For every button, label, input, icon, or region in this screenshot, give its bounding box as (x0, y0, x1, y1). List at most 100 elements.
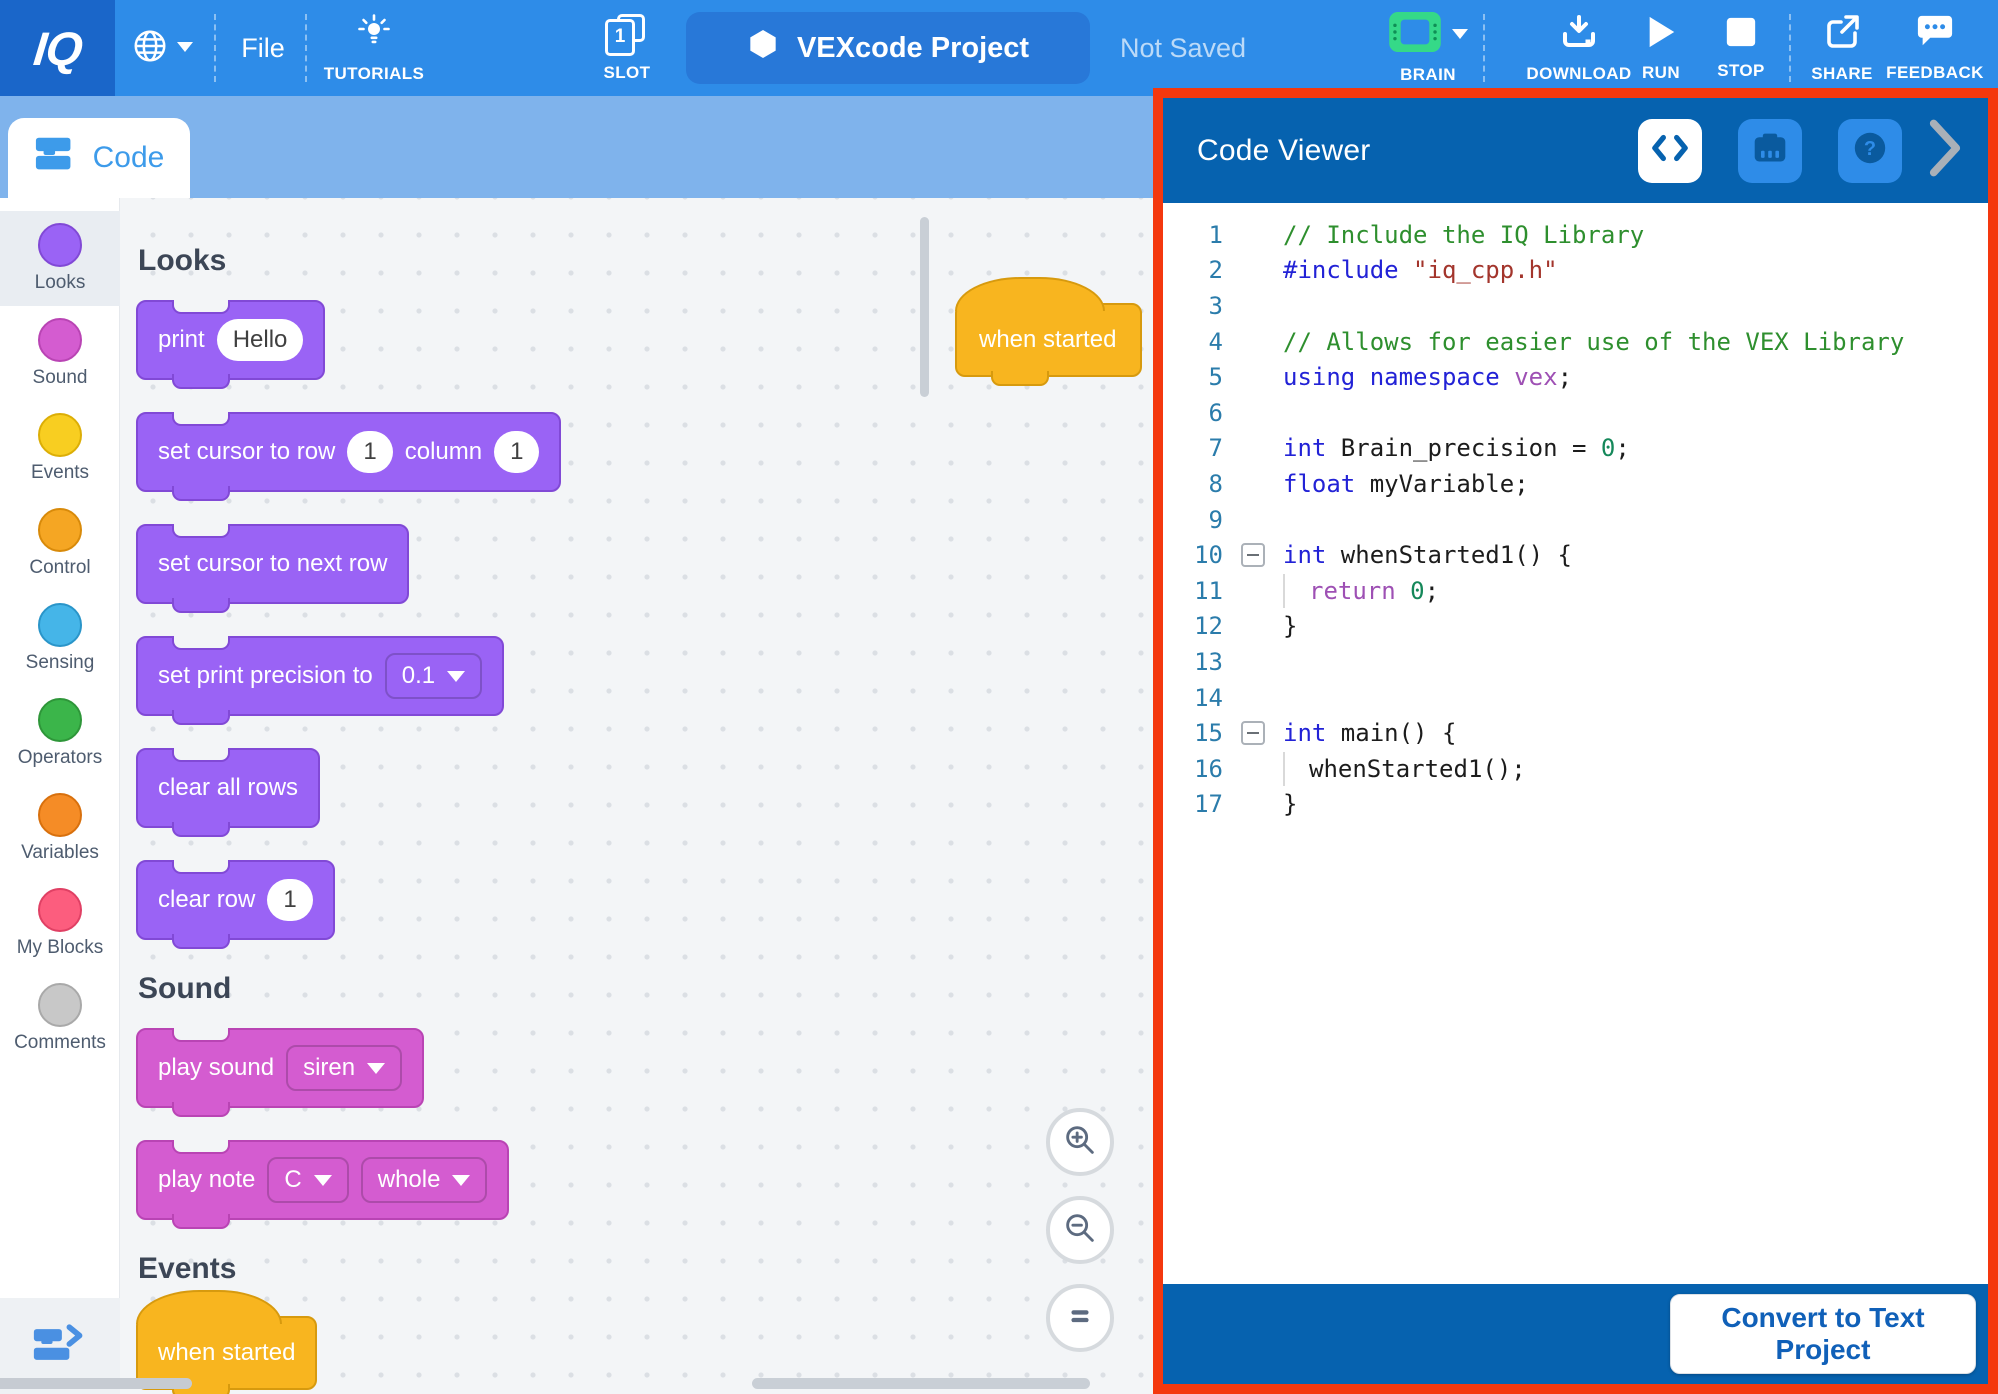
code-line: 9 (1177, 502, 1988, 538)
sidebar-category-variables[interactable]: Variables (0, 781, 120, 876)
zoom-reset-button[interactable] (1046, 1284, 1114, 1352)
palette-horizontal-scrollbar[interactable] (0, 1378, 192, 1389)
code-viewer-header: Code Viewer (1163, 98, 1988, 203)
brain-icon (1388, 11, 1442, 58)
palette-block-clear-all-rows[interactable]: clear all rows (136, 748, 320, 828)
zoom-reset-icon (1061, 1297, 1099, 1340)
slot-icon: 1 (605, 14, 649, 56)
code-line: 10int whenStarted1() { (1177, 537, 1988, 573)
brain-button[interactable]: BRAIN (1372, 0, 1484, 96)
canvas-when-started-block[interactable]: when started (955, 303, 1142, 377)
code-line: 8float myVariable; (1177, 466, 1988, 502)
palette-vertical-scrollbar[interactable] (920, 217, 929, 397)
fold-column (1223, 543, 1283, 567)
palette-block-play-note[interactable]: play noteCwhole (136, 1140, 509, 1220)
collapse-panel-button[interactable] (1928, 117, 1962, 184)
code-token: return (1309, 577, 1396, 605)
stop-button[interactable]: STOP (1708, 0, 1774, 96)
palette-block-set-cursor-to-next-row[interactable]: set cursor to next row (136, 524, 409, 604)
palette-section-header-sound: Sound (138, 972, 776, 1006)
code-token: ; (1558, 363, 1572, 391)
block-text-input[interactable]: 1 (347, 431, 392, 473)
category-label: My Blocks (17, 937, 104, 959)
zoom-out-button[interactable] (1046, 1196, 1114, 1264)
block-dropdown[interactable]: C (267, 1157, 348, 1203)
code-line: 14 (1177, 680, 1988, 716)
save-status: Not Saved (1118, 0, 1248, 96)
block-label: clear all rows (158, 774, 298, 802)
sidebar-category-sensing[interactable]: Sensing (0, 591, 120, 686)
category-color-dot (38, 603, 82, 647)
canvas-horizontal-scrollbar[interactable] (752, 1378, 1090, 1389)
convert-to-text-button[interactable]: Convert to Text Project (1670, 1294, 1976, 1374)
tutorials-label: TUTORIALS (324, 64, 425, 84)
block-label: clear row (158, 886, 255, 914)
chevron-down-icon (314, 1175, 332, 1186)
category-label: Sensing (26, 652, 95, 674)
sidebar-category-my-blocks[interactable]: My Blocks (0, 876, 120, 971)
download-button[interactable]: DOWNLOAD (1526, 0, 1632, 96)
palette-block-print[interactable]: print Hello (136, 300, 325, 380)
sidebar-category-control[interactable]: Control (0, 496, 120, 591)
help-button[interactable]: ? (1838, 119, 1902, 183)
chevron-down-icon (452, 1175, 470, 1186)
chevron-down-icon (177, 39, 193, 57)
block-dropdown[interactable]: whole (361, 1157, 488, 1203)
feedback-button[interactable]: FEEDBACK (1884, 0, 1986, 96)
code-editor[interactable]: 1// Include the IQ Library2#include "iq_… (1163, 203, 1988, 1284)
block-dropdown[interactable]: siren (286, 1045, 402, 1091)
block-text-input[interactable]: Hello (217, 319, 304, 361)
fold-toggle[interactable] (1241, 721, 1265, 745)
category-color-dot (38, 793, 82, 837)
sidebar-category-operators[interactable]: Operators (0, 686, 120, 781)
share-icon (1822, 12, 1862, 57)
code-text: // Allows for easier use of the VEX Libr… (1283, 328, 1904, 356)
block-label: column (405, 438, 482, 466)
code-viewer-title: Code Viewer (1197, 134, 1602, 168)
code-token: float (1283, 470, 1355, 498)
category-label: Variables (21, 842, 99, 864)
run-button[interactable]: RUN (1632, 0, 1690, 96)
palette-block-set-print-precision-to[interactable]: set print precision to0.1 (136, 636, 504, 716)
dropdown-value: siren (303, 1054, 355, 1082)
fold-toggle[interactable] (1241, 543, 1265, 567)
line-number: 12 (1177, 612, 1223, 640)
code-token: whenStarted1() { (1326, 541, 1572, 569)
code-view-button[interactable] (1638, 119, 1702, 183)
project-title-button[interactable]: VEXcode Project (686, 12, 1090, 84)
code-token: #include (1283, 256, 1399, 284)
lightbulb-icon (354, 12, 394, 57)
category-label: Comments (14, 1032, 106, 1054)
tutorials-button[interactable]: TUTORIALS (318, 0, 430, 96)
code-token: // Allows for easier use of the VEX Libr… (1283, 328, 1904, 356)
block-dropdown[interactable]: 0.1 (385, 653, 482, 699)
palette-block-play-sound[interactable]: play soundsiren (136, 1028, 424, 1108)
block-palette: LooksprintHelloset cursor to row1column1… (136, 198, 776, 1394)
palette-block-set-cursor-to-row[interactable]: set cursor to row1column1 (136, 412, 561, 492)
zoom-in-button[interactable] (1046, 1108, 1114, 1176)
sidebar-category-looks[interactable]: Looks (0, 211, 120, 306)
play-icon (1644, 13, 1678, 56)
file-menu-button[interactable]: File (226, 0, 300, 96)
download-label: DOWNLOAD (1526, 64, 1631, 84)
palette-block-clear-row[interactable]: clear row 1 (136, 860, 335, 940)
share-button[interactable]: SHARE (1804, 0, 1880, 96)
block-label: print (158, 326, 205, 354)
tab-code[interactable]: Code (8, 118, 190, 198)
slot-button[interactable]: 1 SLOT (578, 0, 676, 96)
sidebar-category-comments[interactable]: Comments (0, 971, 120, 1066)
chevron-down-icon (1452, 26, 1468, 44)
brain-view-button[interactable] (1738, 119, 1802, 183)
toolbar: IQ File (0, 0, 1998, 96)
code-token: namespace (1370, 363, 1500, 391)
block-text-input[interactable]: 1 (267, 879, 312, 921)
language-menu-button[interactable] (122, 0, 202, 96)
code-text: return 0; (1283, 574, 1439, 608)
code-token (1396, 577, 1410, 605)
code-token: vex (1514, 363, 1557, 391)
dropdown-value: whole (378, 1166, 441, 1194)
sidebar-category-sound[interactable]: Sound (0, 306, 120, 401)
block-text-input[interactable]: 1 (494, 431, 539, 473)
dropdown-value: C (284, 1166, 301, 1194)
sidebar-category-events[interactable]: Events (0, 401, 120, 496)
